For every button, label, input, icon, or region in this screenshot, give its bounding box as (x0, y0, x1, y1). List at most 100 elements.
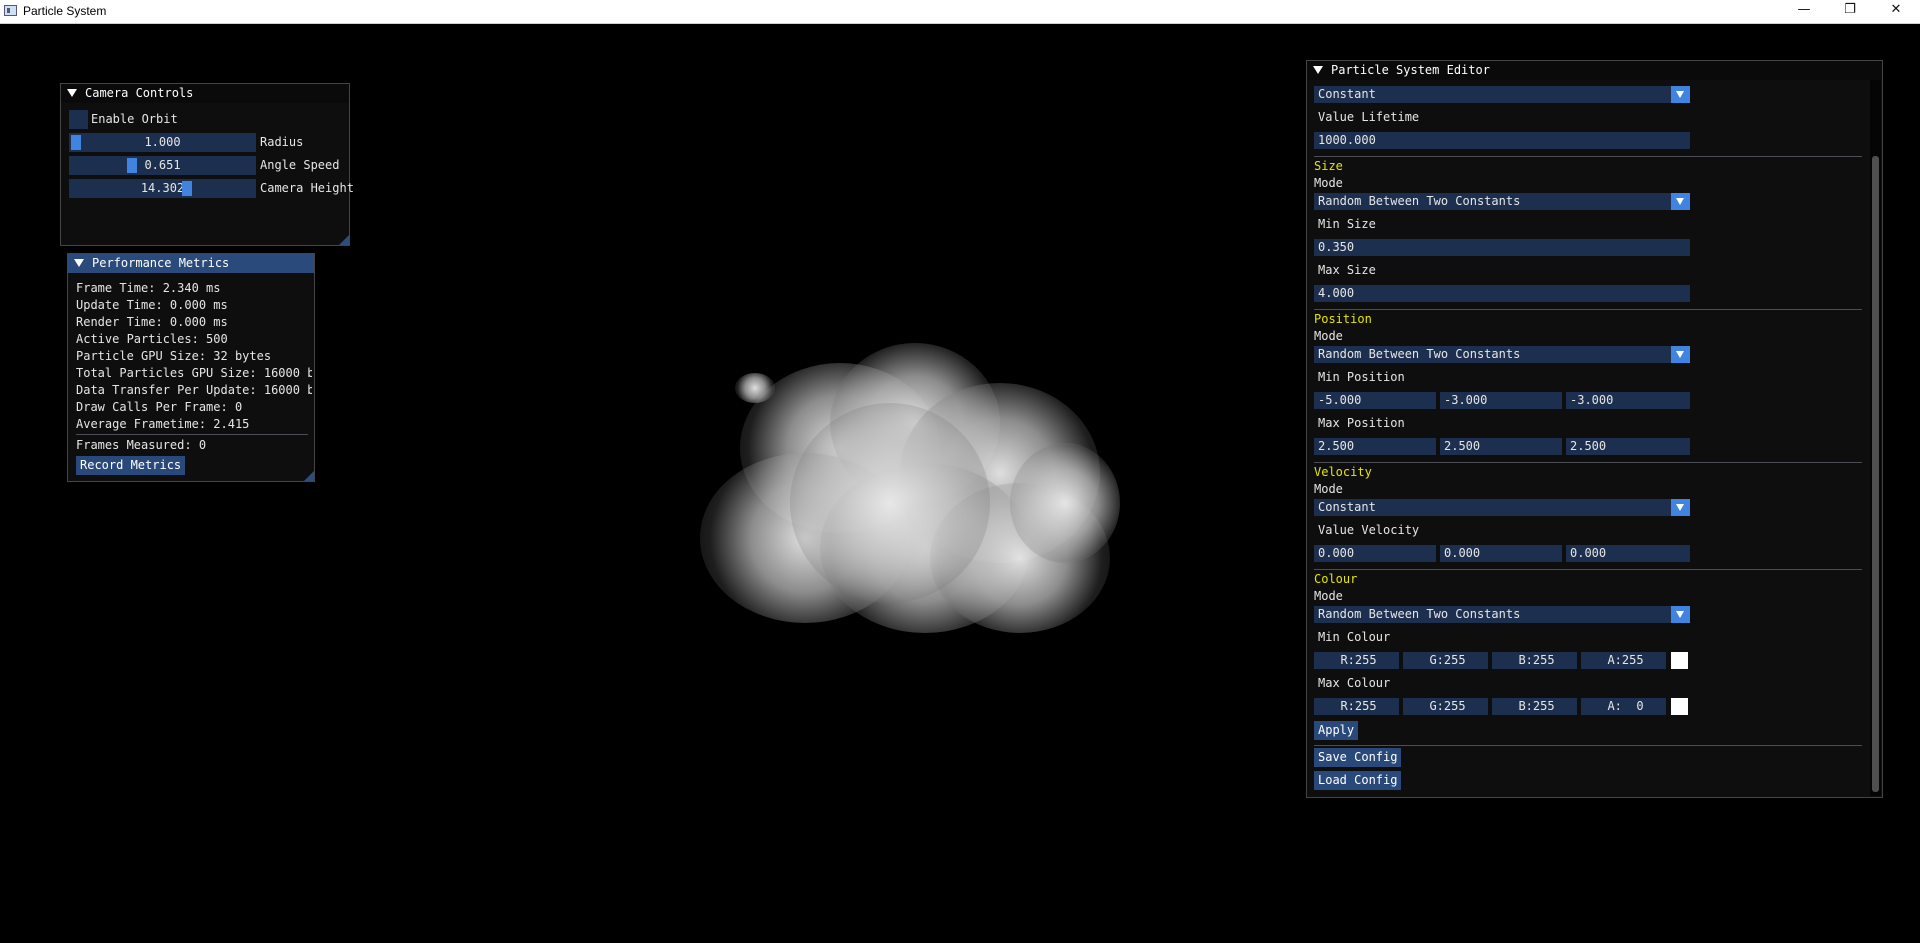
velocity-x-input[interactable]: 0.000 (1314, 545, 1436, 562)
chevron-down-icon[interactable] (1671, 193, 1690, 210)
min-colour-r-input[interactable]: R:255 (1314, 652, 1399, 669)
min-colour-g-input[interactable]: G:255 (1403, 652, 1488, 669)
particle-editor-header[interactable]: Particle System Editor (1307, 61, 1882, 80)
min-colour-swatch[interactable] (1671, 652, 1688, 669)
collapse-triangle-icon[interactable] (74, 258, 84, 267)
particle-editor-title: Particle System Editor (1331, 63, 1490, 77)
record-metrics-button[interactable]: Record Metrics (76, 456, 186, 475)
velocity-z-input[interactable]: 0.000 (1566, 545, 1690, 562)
separator (1314, 309, 1862, 310)
max-colour-b-input[interactable]: B:255 (1492, 698, 1577, 715)
editor-scrollbar[interactable] (1870, 80, 1881, 796)
colour-mode-combo[interactable]: Random Between Two Constants (1314, 606, 1690, 623)
angle-speed-slider[interactable]: 0.651 (69, 156, 256, 175)
velocity-mode-value: Constant (1318, 500, 1376, 514)
apply-button[interactable]: Apply (1314, 721, 1359, 740)
editor-scroll-region[interactable]: Constant Value Lifetime 1000.000 Size Mo… (1307, 80, 1867, 796)
min-position-y-input[interactable]: -3.000 (1440, 392, 1562, 409)
chevron-down-icon[interactable] (1671, 499, 1690, 516)
velocity-y-input[interactable]: 0.000 (1440, 545, 1562, 562)
size-mode-value: Random Between Two Constants (1318, 194, 1521, 208)
min-colour-b-input[interactable]: B:255 (1492, 652, 1577, 669)
restore-icon[interactable]: ❐ (1827, 0, 1873, 22)
min-position-x-input[interactable]: -5.000 (1314, 392, 1436, 409)
min-size-input[interactable]: 0.350 (1314, 239, 1690, 256)
frames-measured: Frames Measured: 0 (76, 438, 207, 452)
size-mode-combo[interactable]: Random Between Two Constants (1314, 193, 1690, 210)
radius-slider-grab[interactable] (71, 135, 81, 150)
angle-speed-label: Angle Speed (260, 158, 340, 172)
enable-orbit-label: Enable Orbit (91, 112, 178, 126)
resize-grip[interactable] (339, 235, 349, 245)
max-colour-g-input[interactable]: G:255 (1403, 698, 1488, 715)
value-velocity-label: Value Velocity (1318, 523, 1420, 537)
metrics-list: Frame Time: 2.340 ms Update Time: 0.000 … (76, 280, 312, 433)
angle-speed-slider-grab[interactable] (127, 158, 137, 173)
metric-line: Particle GPU Size: 32 bytes (76, 349, 272, 363)
size-header: Size (1314, 159, 1343, 173)
minimize-icon[interactable]: — (1781, 0, 1827, 22)
performance-metrics-window: Performance Metrics Frame Time: 2.340 ms… (67, 253, 315, 482)
colour-mode-label: Mode (1314, 589, 1343, 603)
max-position-x-input[interactable]: 2.500 (1314, 438, 1436, 455)
save-config-button[interactable]: Save Config (1314, 748, 1402, 767)
max-position-y-input[interactable]: 2.500 (1440, 438, 1562, 455)
collapse-triangle-icon[interactable] (1313, 65, 1323, 74)
separator (1314, 156, 1862, 157)
max-size-input[interactable]: 4.000 (1314, 285, 1690, 302)
max-colour-a-input[interactable]: A: 0 (1581, 698, 1666, 715)
colour-mode-value: Random Between Two Constants (1318, 607, 1521, 621)
metric-line: Frame Time: 2.340 ms (76, 281, 221, 295)
position-mode-combo[interactable]: Random Between Two Constants (1314, 346, 1690, 363)
lifetime-mode-value: Constant (1318, 87, 1376, 101)
max-colour-label: Max Colour (1318, 676, 1391, 690)
collapse-triangle-icon[interactable] (67, 88, 77, 97)
radius-slider[interactable]: 1.000 (69, 133, 256, 152)
app-window-icon (4, 5, 17, 16)
os-title-bar: Particle System — ❐ ✕ (0, 0, 1920, 24)
camera-height-slider-grab[interactable] (182, 181, 192, 196)
metric-line: Render Time: 0.000 ms (76, 315, 228, 329)
editor-scrollbar-thumb[interactable] (1872, 156, 1879, 792)
camera-controls-header[interactable]: Camera Controls (61, 84, 349, 103)
metric-line: Average Frametime: 2.415 (76, 417, 250, 431)
particle-editor-window: Particle System Editor Constant Value Li… (1306, 60, 1883, 798)
separator (1314, 745, 1862, 746)
metric-line: Update Time: 0.000 ms (76, 298, 228, 312)
velocity-mode-label: Mode (1314, 482, 1343, 496)
metric-line: Draw Calls Per Frame: 0 (76, 400, 243, 414)
min-position-z-input[interactable]: -3.000 (1566, 392, 1690, 409)
max-colour-r-input[interactable]: R:255 (1314, 698, 1399, 715)
chevron-down-icon[interactable] (1671, 606, 1690, 623)
camera-height-value: 14.302 (140, 181, 185, 195)
colour-header: Colour (1314, 572, 1358, 586)
window-title: Particle System (23, 4, 107, 18)
performance-metrics-header[interactable]: Performance Metrics (68, 254, 314, 273)
resize-grip[interactable] (304, 471, 314, 481)
metric-line: Active Particles: 500 (76, 332, 228, 346)
camera-controls-window: Camera Controls Enable Orbit 1.000 Radiu… (60, 83, 354, 246)
chevron-down-icon[interactable] (1671, 86, 1690, 103)
metric-line: Total Particles GPU Size: 16000 by (76, 366, 312, 380)
min-position-label: Min Position (1318, 370, 1405, 384)
radius-label: Radius (260, 135, 304, 149)
min-colour-a-input[interactable]: A:255 (1581, 652, 1666, 669)
velocity-mode-combo[interactable]: Constant (1314, 499, 1690, 516)
max-position-z-input[interactable]: 2.500 (1566, 438, 1690, 455)
position-mode-label: Mode (1314, 329, 1343, 343)
close-icon[interactable]: ✕ (1873, 0, 1919, 22)
lifetime-mode-combo[interactable]: Constant (1314, 86, 1690, 103)
camera-height-label: Camera Height (260, 181, 354, 195)
chevron-down-icon[interactable] (1671, 346, 1690, 363)
enable-orbit-checkbox[interactable] (69, 110, 88, 129)
value-lifetime-input[interactable]: 1000.000 (1314, 132, 1690, 149)
camera-height-slider[interactable]: 14.302 (69, 179, 256, 198)
load-config-button[interactable]: Load Config (1314, 771, 1402, 790)
max-position-label: Max Position (1318, 416, 1405, 430)
velocity-header: Velocity (1314, 465, 1372, 479)
max-colour-swatch[interactable] (1671, 698, 1688, 715)
angle-speed-value: 0.651 (144, 158, 181, 172)
position-mode-value: Random Between Two Constants (1318, 347, 1521, 361)
radius-value: 1.000 (144, 135, 181, 149)
metric-line: Data Transfer Per Update: 16000 by (76, 383, 312, 397)
